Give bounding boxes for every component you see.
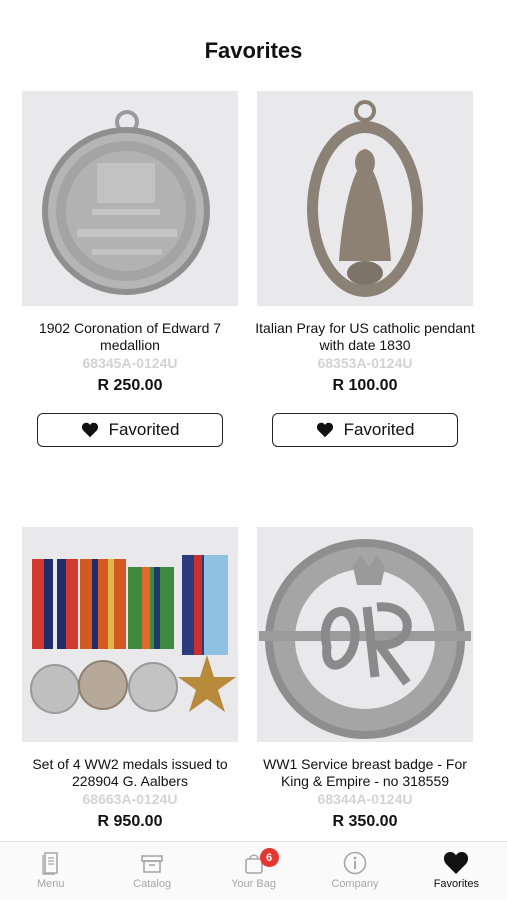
heart-icon <box>316 422 333 438</box>
tab-catalog[interactable]: Catalog <box>101 842 202 900</box>
tab-label: Company <box>331 878 379 890</box>
product-image[interactable] <box>22 527 238 742</box>
product-image[interactable] <box>257 527 473 742</box>
favorited-label: Favorited <box>108 420 180 439</box>
tab-label: Favorites <box>433 878 479 890</box>
tab-menu[interactable]: Menu <box>0 842 101 900</box>
product-title[interactable]: Set of 4 WW2 medals issued to 228904 G. … <box>20 756 240 790</box>
tab-label: Menu <box>36 878 65 890</box>
bag-count-badge: 6 <box>259 848 279 867</box>
product-title[interactable]: Italian Pray for US catholic pendant wit… <box>255 320 475 354</box>
tab-favorites[interactable]: Favorites <box>406 842 507 900</box>
product-price: R 100.00 <box>332 377 398 394</box>
product-sku: 68345A-0124U <box>82 355 178 371</box>
coronation-medallion-image <box>22 91 238 306</box>
product-title[interactable]: 1902 Coronation of Edward 7 medallion <box>20 320 240 354</box>
product-image[interactable] <box>22 91 238 306</box>
product-price: R 950.00 <box>97 813 163 830</box>
product-sku: 68663A-0124U <box>82 791 178 807</box>
favorited-button[interactable]: Favorited <box>37 413 223 447</box>
favorited-button[interactable]: Favorited <box>272 413 458 447</box>
info-icon <box>343 851 367 875</box>
bottom-tab-bar: Menu Catalog 6 Your Bag Company Favorite… <box>0 841 507 900</box>
product-image[interactable] <box>257 91 473 306</box>
page-title: Favorites <box>204 38 303 63</box>
product-card[interactable]: WW1 Service breast badge - For King & Em… <box>257 527 473 832</box>
product-title[interactable]: WW1 Service breast badge - For King & Em… <box>255 756 475 790</box>
tab-your-bag[interactable]: 6 Your Bag <box>203 842 304 900</box>
product-card[interactable]: Italian Pray for US catholic pendant wit… <box>255 91 475 447</box>
ww1-badge-image <box>257 527 473 742</box>
catholic-pendant-image <box>257 91 473 306</box>
product-price: R 250.00 <box>97 377 163 394</box>
product-sku: 68353A-0124U <box>317 355 413 371</box>
product-card[interactable]: 1902 Coronation of Edward 7 medallion 68… <box>22 91 238 447</box>
heart-icon <box>444 852 469 874</box>
tab-label: Catalog <box>133 878 172 890</box>
menu-book-icon <box>42 852 58 875</box>
heart-icon <box>81 422 98 438</box>
product-price: R 350.00 <box>332 813 398 830</box>
tab-label: Your Bag <box>231 878 276 890</box>
catalog-box-icon <box>141 855 163 873</box>
product-card[interactable]: Set of 4 WW2 medals issued to 228904 G. … <box>22 527 238 832</box>
tab-company[interactable]: Company <box>304 842 405 900</box>
ww2-medals-image <box>22 527 238 742</box>
product-sku: 68344A-0124U <box>317 791 413 807</box>
favorited-label: Favorited <box>343 420 415 439</box>
